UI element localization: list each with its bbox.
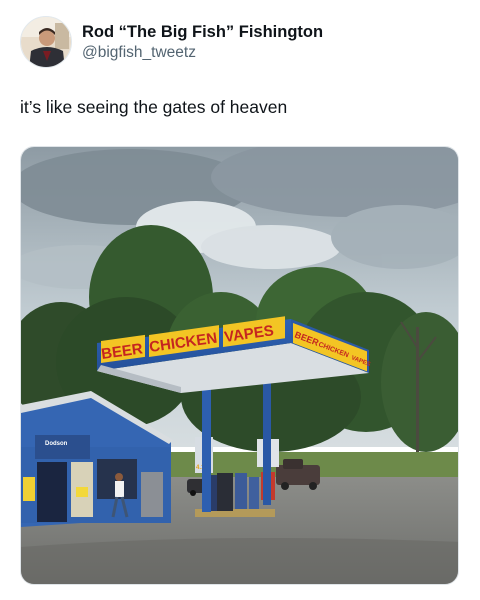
store-sign-text: Dodson [45, 441, 68, 447]
tweet-header: Rod “The Big Fish” Fishington @bigfish_t… [20, 14, 323, 70]
author-display-name[interactable]: Rod “The Big Fish” Fishington [82, 22, 323, 42]
tweet-photo[interactable]: Dodson 4.19 BEER CHICKEN VAPES BEER CHIC… [20, 146, 459, 585]
canopy-pole-right [263, 375, 271, 505]
author-avatar[interactable] [20, 16, 72, 68]
author-handle[interactable]: @bigfish_tweetz [82, 43, 323, 63]
gas-station-photo: Dodson 4.19 BEER CHICKEN VAPES BEER CHIC… [21, 147, 458, 584]
author-names: Rod “The Big Fish” Fishington @bigfish_t… [82, 22, 323, 63]
tweet-card: Rod “The Big Fish” Fishington @bigfish_t… [0, 0, 480, 600]
avatar-image [21, 17, 71, 67]
tweet-text: it’s like seeing the gates of heaven [20, 97, 288, 117]
